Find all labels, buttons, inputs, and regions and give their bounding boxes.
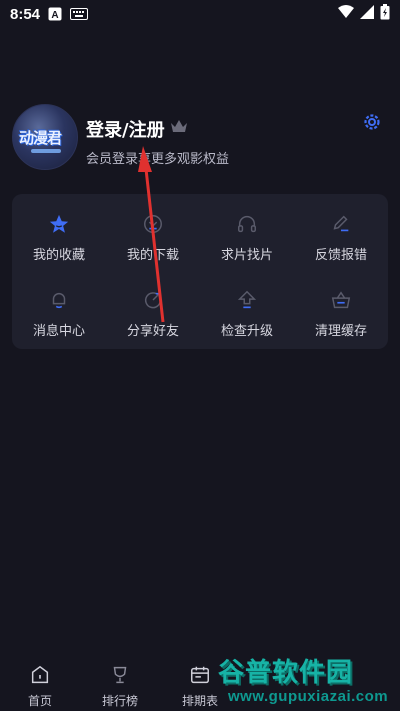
grid-item-label: 检查升级 [220, 324, 273, 339]
download-icon [139, 210, 167, 238]
svg-text:A: A [51, 10, 58, 21]
grid-item-label: 消息中心 [32, 324, 85, 339]
grid-item-downloads[interactable]: 我的下载 [106, 198, 200, 268]
avatar-logo-text: 动漫君 [19, 129, 62, 147]
watermark-url: www.gupuxiazai.com [228, 688, 389, 705]
grid-item-share[interactable]: 分享好友 [106, 274, 200, 344]
basket-icon [327, 286, 355, 314]
grid-item-label: 我的下载 [126, 248, 179, 263]
upgrade-arrow-icon [233, 286, 261, 314]
wifi-icon [338, 5, 354, 23]
grid-item-request[interactable]: 求片找片 [200, 198, 294, 268]
nav-home[interactable]: 首页 [10, 664, 70, 709]
notification-a-icon: A [48, 7, 62, 21]
grid-item-label: 我的收藏 [32, 248, 85, 263]
grid-item-messages[interactable]: 消息中心 [12, 274, 106, 344]
feature-grid: 我的收藏 我的下载 求片找片 反馈报错 消息中心 分享好友 检查升级 清理缓存 [12, 194, 388, 349]
avatar[interactable]: 动漫君 [12, 104, 78, 170]
grid-item-label: 分享好友 [126, 324, 179, 339]
member-benefit-text: 会员登录享更多观影权益 [86, 152, 230, 167]
login-register-link[interactable]: 登录/注册 [86, 116, 165, 142]
keyboard-icon [70, 8, 89, 20]
grid-item-label: 反馈报错 [314, 248, 367, 263]
signal-icon [360, 5, 374, 23]
status-time: 8:54 [10, 5, 41, 23]
calendar-icon [189, 664, 211, 690]
nav-home-label: 首页 [27, 694, 52, 708]
edit-icon [327, 210, 355, 238]
star-icon [45, 210, 73, 238]
watermark: 谷普软件园 www.gupuxiazai.com [218, 652, 400, 711]
grid-item-upgrade[interactable]: 检查升级 [200, 274, 294, 344]
grid-item-feedback[interactable]: 反馈报错 [294, 198, 388, 268]
grid-item-clear-cache[interactable]: 清理缓存 [294, 274, 388, 344]
avatar-logo-underline [31, 149, 61, 153]
nav-schedule-label: 排期表 [181, 694, 218, 708]
watermark-name: 谷普软件园 [218, 658, 354, 688]
nav-ranking[interactable]: 排行榜 [90, 664, 150, 709]
grid-item-label: 清理缓存 [314, 324, 367, 339]
share-icon [139, 286, 167, 314]
grid-item-favorites[interactable]: 我的收藏 [12, 198, 106, 268]
grid-item-label: 求片找片 [220, 248, 273, 263]
crown-icon [170, 118, 188, 137]
trophy-icon [109, 664, 131, 690]
bell-icon [45, 286, 73, 314]
profile-header: 动漫君 登录/注册 会员登录享更多观影权益 [12, 104, 388, 174]
status-bar: 8:54 A [0, 0, 400, 28]
nav-ranking-label: 排行榜 [101, 694, 138, 708]
headphones-icon [233, 210, 261, 238]
home-icon [29, 664, 51, 690]
battery-icon [380, 4, 390, 24]
settings-gear-icon[interactable] [362, 112, 382, 136]
